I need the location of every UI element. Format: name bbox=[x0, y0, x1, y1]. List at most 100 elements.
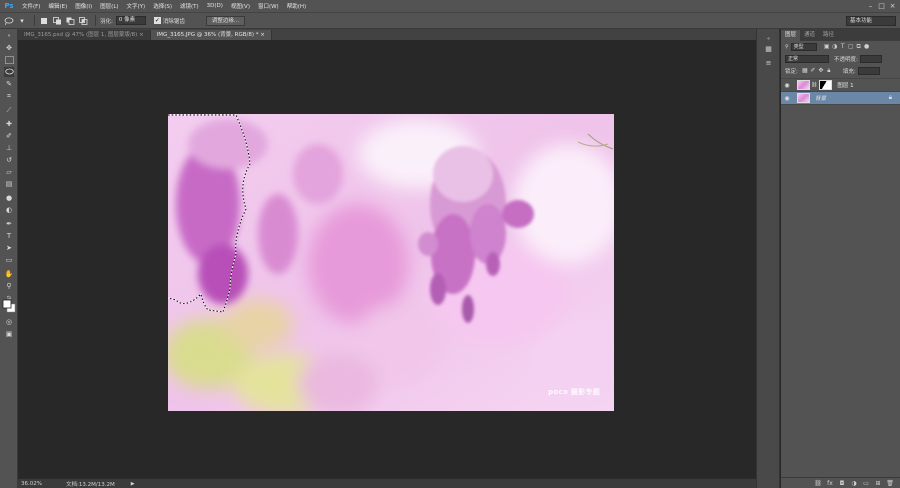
lasso-tool-icon[interactable] bbox=[4, 67, 14, 77]
layer-name: 图层 1 bbox=[837, 83, 854, 89]
path-selection-tool-icon[interactable]: ➤ bbox=[4, 243, 14, 253]
opacity-field[interactable] bbox=[859, 55, 882, 63]
tab-channels[interactable]: 通道 bbox=[800, 30, 819, 41]
menu-layer[interactable]: 图层(L) bbox=[96, 2, 122, 10]
filter-type-icon[interactable]: T bbox=[839, 43, 847, 51]
options-bar: ▾ 羽化: 0 像素 ✓ 消除锯齿 调整边缘... 基本功能 bbox=[0, 12, 900, 29]
healing-brush-tool-icon[interactable]: ✚ bbox=[4, 119, 14, 129]
layer-thumbnail bbox=[797, 80, 810, 90]
filter-smart-object-icon[interactable]: ⧉ bbox=[855, 43, 863, 51]
lock-transparency-icon[interactable]: ▦ bbox=[801, 67, 809, 75]
layer-name: 背景 bbox=[815, 96, 827, 102]
filter-shape-icon[interactable]: ▢ bbox=[847, 43, 855, 51]
blur-tool-icon[interactable]: ● bbox=[4, 193, 14, 203]
rectangle-tool-icon[interactable]: ▭ bbox=[4, 255, 14, 265]
subtract-from-selection-icon[interactable] bbox=[65, 16, 75, 26]
tab-psd-document[interactable]: IMG_3165.psd @ 47% (图层 1, 图层蒙版/8) × bbox=[18, 30, 151, 40]
color-swatches-icon[interactable] bbox=[2, 299, 16, 313]
chevron-down-icon[interactable]: ▾ bbox=[17, 16, 27, 26]
add-to-selection-icon[interactable] bbox=[52, 16, 62, 26]
close-button[interactable]: × bbox=[887, 1, 898, 11]
filter-adjustment-icon[interactable]: ◑ bbox=[831, 43, 839, 51]
eraser-tool-icon[interactable]: ▱ bbox=[4, 167, 14, 177]
divider bbox=[34, 15, 35, 26]
new-layer-icon[interactable]: ⊞ bbox=[872, 480, 884, 487]
pen-tool-icon[interactable]: ✒ bbox=[4, 219, 14, 229]
refine-edge-button[interactable]: 调整边缘... bbox=[205, 15, 246, 26]
new-selection-icon[interactable] bbox=[39, 16, 49, 26]
crop-tool-icon[interactable]: ⌗ bbox=[4, 91, 14, 101]
screen-mode-icon[interactable]: ▣ bbox=[4, 329, 14, 339]
divider bbox=[95, 15, 96, 26]
dodge-tool-icon[interactable]: ◐ bbox=[4, 205, 14, 215]
brush-tool-icon[interactable]: ✐ bbox=[4, 131, 14, 141]
layers-panel-tabs: 图层 通道 路径 bbox=[781, 29, 900, 41]
add-mask-icon[interactable]: ◘ bbox=[836, 480, 848, 487]
menu-image[interactable]: 图像(I) bbox=[71, 2, 96, 10]
lock-all-icon[interactable]: 🔒︎ bbox=[825, 67, 833, 75]
move-tool-icon[interactable]: ✥ bbox=[4, 43, 14, 53]
zoom-tool-icon[interactable]: ⚲ bbox=[4, 281, 14, 291]
delete-layer-icon[interactable]: 🗑︎ bbox=[884, 480, 896, 487]
marquee-tool-icon[interactable] bbox=[4, 55, 14, 65]
lock-position-icon[interactable]: ✥ bbox=[817, 67, 825, 75]
hand-tool-icon[interactable]: ✋ bbox=[4, 269, 14, 279]
layer-row-background[interactable]: ◉ 背景 🔒︎ bbox=[781, 92, 900, 105]
menu-help[interactable]: 帮助(H) bbox=[283, 2, 310, 10]
fill-label: 填充: bbox=[842, 69, 856, 75]
lasso-tool-preset-icon[interactable] bbox=[4, 16, 14, 26]
menu-filter[interactable]: 滤镜(T) bbox=[176, 2, 203, 10]
type-tool-icon[interactable]: T bbox=[4, 231, 14, 241]
layer-mask-thumbnail[interactable] bbox=[819, 80, 833, 90]
fill-field[interactable] bbox=[857, 67, 880, 75]
history-panel-icon[interactable]: ▦ bbox=[763, 43, 774, 54]
menu-type[interactable]: 文字(Y) bbox=[123, 2, 150, 10]
tab-paths[interactable]: 路径 bbox=[819, 30, 838, 41]
properties-panel-icon[interactable]: ≡ bbox=[763, 57, 774, 68]
adjustment-layer-icon[interactable]: ◑ bbox=[848, 480, 860, 487]
zoom-level-field[interactable]: 36.02% bbox=[18, 481, 42, 487]
intersect-selection-icon[interactable] bbox=[78, 16, 88, 26]
workspace-select[interactable]: 基本功能 bbox=[846, 16, 896, 26]
status-menu-arrow-icon[interactable]: ▶ bbox=[131, 481, 135, 487]
feather-input[interactable]: 0 像素 bbox=[115, 16, 146, 25]
quick-selection-tool-icon[interactable]: ✎ bbox=[4, 79, 14, 89]
canvas-area[interactable]: poco 摄影专题 bbox=[18, 40, 756, 478]
menu-window[interactable]: 窗口(W) bbox=[254, 2, 283, 10]
document-image[interactable]: poco 摄影专题 bbox=[168, 114, 614, 411]
tab-jpg-document[interactable]: IMG_3165.JPG @ 36% (背景, RGB/8) * × bbox=[150, 30, 272, 40]
gradient-tool-icon[interactable]: ▤ bbox=[4, 179, 14, 189]
history-brush-tool-icon[interactable]: ↺ bbox=[4, 155, 14, 165]
filter-kind-select[interactable]: 类型 bbox=[790, 43, 817, 51]
layer-style-icon[interactable]: fx bbox=[824, 480, 836, 487]
filter-icons: ▣ ◑ T ▢ ⧉ ● bbox=[823, 43, 871, 51]
tools-panel: » ✥ ✎ ⌗ ⟋ ✚ ✐ ⊥ ↺ ▱ ▤ ● ◐ ✒ T ➤ ▭ ✋ ⚲ ⇆ … bbox=[0, 29, 18, 488]
tab-layers[interactable]: 图层 bbox=[781, 30, 801, 41]
menu-3d[interactable]: 3D(D) bbox=[203, 3, 227, 9]
antialias-checkbox[interactable]: ✓ bbox=[153, 17, 161, 24]
collapsed-panel-dock: « ▦ ≡ bbox=[756, 29, 780, 488]
mask-link-icon[interactable]: ⛓︎ bbox=[811, 82, 817, 88]
blend-mode-select[interactable]: 正常 bbox=[785, 55, 829, 63]
feather-label: 羽化: bbox=[100, 18, 113, 25]
opacity-label: 不透明度: bbox=[834, 57, 858, 63]
visibility-eye-icon[interactable]: ◉ bbox=[781, 82, 793, 89]
lock-pixels-icon[interactable]: ✐ bbox=[809, 67, 817, 75]
menu-view[interactable]: 视图(V) bbox=[227, 2, 254, 10]
layer-row-layer-1[interactable]: ◉ ⛓︎ 图层 1 bbox=[781, 79, 900, 92]
maximize-button[interactable]: □ bbox=[876, 1, 887, 11]
lock-label: 锁定: bbox=[785, 69, 798, 75]
quick-mask-icon[interactable]: ◎ bbox=[4, 317, 14, 327]
minimize-button[interactable]: – bbox=[865, 1, 876, 11]
filter-toggle-icon[interactable]: ● bbox=[863, 43, 871, 51]
eyedropper-tool-icon[interactable]: ⟋ bbox=[4, 105, 14, 115]
filter-pixel-icon[interactable]: ▣ bbox=[823, 43, 831, 51]
collapse-arrows-icon[interactable]: » bbox=[4, 31, 14, 41]
clone-stamp-tool-icon[interactable]: ⊥ bbox=[4, 143, 14, 153]
menu-edit[interactable]: 编辑(E) bbox=[44, 2, 71, 10]
visibility-eye-icon[interactable]: ◉ bbox=[781, 95, 793, 102]
menu-file[interactable]: 文件(F) bbox=[18, 2, 44, 10]
link-layers-icon[interactable]: ⛓︎ bbox=[812, 480, 824, 487]
menu-select[interactable]: 选择(S) bbox=[149, 2, 176, 10]
new-group-icon[interactable]: ▭ bbox=[860, 480, 872, 487]
